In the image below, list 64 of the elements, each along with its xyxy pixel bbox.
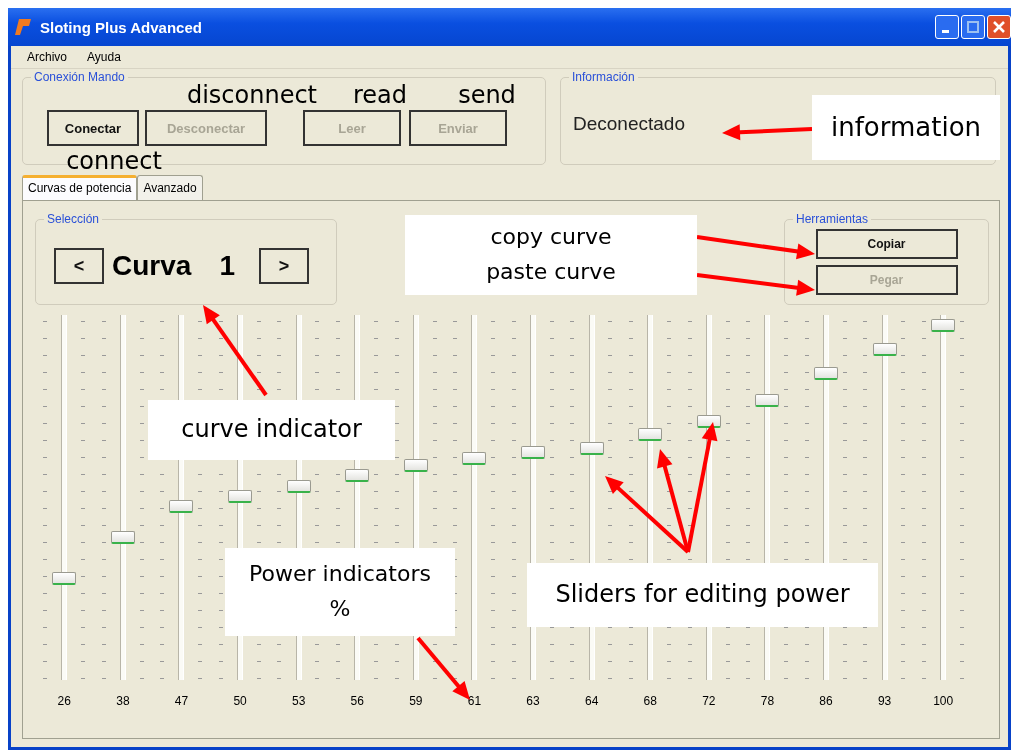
group-title: Herramientas bbox=[793, 212, 872, 226]
power-value: 100 bbox=[933, 694, 954, 708]
menu-item[interactable]: Archivo bbox=[27, 50, 67, 64]
group-title: Conexión Mando bbox=[31, 70, 128, 84]
slider-thumb[interactable] bbox=[579, 442, 604, 456]
power-value: 72 bbox=[702, 694, 716, 708]
annotation-tooltip: Sliders for editing power bbox=[527, 563, 878, 627]
annotation-label: read bbox=[351, 80, 408, 111]
slider-thumb[interactable] bbox=[638, 428, 663, 442]
maximize-icon bbox=[967, 21, 979, 33]
annotation-label: disconnect bbox=[186, 80, 318, 111]
power-value: 50 bbox=[233, 694, 247, 708]
next-button[interactable]: > bbox=[258, 248, 309, 284]
annotation-label: send bbox=[457, 80, 517, 111]
annotation-tooltip: information bbox=[812, 95, 1000, 160]
slider-thumb[interactable] bbox=[521, 445, 546, 459]
tab[interactable]: Avanzado bbox=[137, 175, 203, 200]
power-value: 63 bbox=[526, 694, 540, 708]
annotation-tooltip: copy curve paste curve bbox=[405, 215, 697, 295]
power-value: 53 bbox=[292, 694, 306, 708]
slider-thumb[interactable] bbox=[931, 319, 956, 332]
menu-item[interactable]: Ayuda bbox=[87, 50, 121, 64]
tab[interactable]: Curvas de potencia bbox=[22, 175, 138, 200]
power-value: 93 bbox=[877, 694, 892, 708]
power-value: 26 bbox=[57, 694, 71, 708]
slider-thumb[interactable] bbox=[696, 414, 721, 428]
tool-button[interactable]: Copiar bbox=[815, 229, 958, 259]
maximize-button[interactable] bbox=[961, 15, 985, 39]
slider-thumb[interactable] bbox=[872, 342, 897, 356]
annotation-tooltip: Power indicators % bbox=[225, 548, 455, 636]
power-value: 86 bbox=[819, 694, 833, 708]
close-icon bbox=[992, 20, 1006, 34]
curve-number: 1 bbox=[219, 250, 235, 282]
power-value: 68 bbox=[643, 694, 657, 708]
slider-thumb[interactable] bbox=[52, 572, 77, 586]
power-value: 38 bbox=[116, 694, 130, 708]
minimize-button[interactable] bbox=[935, 15, 959, 39]
slider-thumb[interactable] bbox=[814, 366, 838, 380]
minimize-icon bbox=[941, 29, 949, 33]
power-value: 78 bbox=[760, 694, 775, 708]
close-button[interactable] bbox=[987, 15, 1011, 39]
group-title: Información bbox=[569, 70, 638, 84]
slider-thumb[interactable] bbox=[169, 500, 194, 514]
annotation-tooltip: curve indicator bbox=[148, 400, 395, 460]
slider-thumb[interactable] bbox=[755, 394, 780, 408]
slider-thumb[interactable] bbox=[345, 469, 370, 483]
window-title: Sloting Plus Advanced bbox=[40, 18, 203, 36]
slider-thumb[interactable] bbox=[462, 452, 487, 466]
slider-thumb[interactable] bbox=[403, 459, 428, 473]
curve-label: Curva bbox=[112, 250, 192, 282]
group-title: Selección bbox=[44, 212, 103, 226]
power-value: 61 bbox=[467, 694, 482, 708]
slider-thumb[interactable] bbox=[110, 531, 135, 545]
annotation-label: connect bbox=[65, 146, 163, 177]
app-logo-icon bbox=[14, 17, 34, 37]
slider-thumb[interactable] bbox=[286, 479, 311, 493]
slider-thumb[interactable] bbox=[228, 490, 253, 503]
power-value: 59 bbox=[409, 694, 423, 708]
status-text: Deconectado bbox=[573, 113, 685, 135]
previous-button[interactable]: < bbox=[54, 248, 104, 284]
power-value: 64 bbox=[584, 694, 599, 708]
power-value: 56 bbox=[350, 694, 364, 708]
action-button[interactable]: Conectar bbox=[47, 110, 139, 146]
power-value: 47 bbox=[174, 694, 189, 708]
